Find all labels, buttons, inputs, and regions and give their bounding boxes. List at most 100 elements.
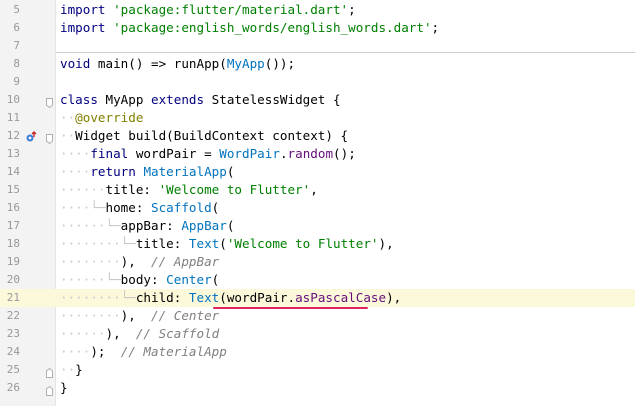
token: Text	[188, 290, 220, 305]
line-number: 26	[6, 381, 20, 394]
line-number: 9	[13, 75, 20, 88]
token: ),	[120, 254, 152, 269]
token: ··	[60, 128, 76, 143]
token: void	[60, 56, 91, 71]
token: );	[90, 344, 121, 359]
token: ····└─	[60, 200, 106, 215]
code-line[interactable]: 12 ··Widget build(BuildContext context) {	[0, 127, 635, 145]
token: // Scaffold	[135, 326, 220, 341]
line-number: 14	[6, 165, 20, 178]
code-line[interactable]: 19 ········), // AppBar	[0, 253, 635, 271]
token: class	[60, 92, 98, 107]
code-text: ········), // Center	[60, 307, 219, 325]
token: return	[90, 164, 136, 179]
code-line[interactable]: 20 ······└─body: Center(	[0, 271, 635, 289]
line-number: 24	[6, 345, 20, 358]
line-number: 10	[6, 93, 20, 106]
code-text: ········└─child: Text(wordPair.asPascalC…	[60, 289, 401, 307]
code-text: ··}	[60, 361, 83, 379]
fold-marker-icon[interactable]	[46, 383, 53, 396]
code-line[interactable]: 11 ··@override	[0, 109, 635, 127]
token: appBar:	[120, 218, 182, 233]
token: home:	[105, 200, 151, 215]
code-line[interactable]: 22 ········), // Center	[0, 307, 635, 325]
token: Center	[166, 272, 212, 287]
code-line[interactable]: 18 ········└─title: Text('Welcome to Flut…	[0, 235, 635, 253]
code-editor[interactable]: 5 import 'package:flutter/material.dart';…	[0, 0, 635, 406]
token: ····	[60, 146, 91, 161]
token: ········	[60, 308, 121, 323]
code-text: import 'package:flutter/material.dart';	[60, 1, 356, 19]
code-line[interactable]: 13 ····final wordPair = WordPair.random()…	[0, 145, 635, 163]
token: final	[90, 146, 129, 161]
token: MyApp	[97, 92, 151, 107]
code-line[interactable]: 24 ····); // MaterialApp	[0, 343, 635, 361]
token: ········└─	[60, 290, 136, 305]
token: wordPair =	[128, 146, 220, 161]
token: ());	[264, 56, 296, 71]
code-line[interactable]: 7	[0, 37, 635, 55]
token: title:	[105, 182, 159, 197]
token: (	[226, 164, 235, 179]
token: Widget build(BuildContext context) {	[75, 128, 349, 143]
code-line[interactable]: 14 ····return MaterialApp(	[0, 163, 635, 181]
highlight-underline	[213, 307, 368, 309]
code-text: ········), // AppBar	[60, 253, 219, 271]
token: (	[211, 272, 220, 287]
token: // AppBar	[151, 254, 220, 269]
line-number: 15	[6, 183, 20, 196]
token: ··	[60, 110, 76, 125]
token: body:	[120, 272, 167, 287]
line-number: 21	[6, 291, 20, 304]
code-line[interactable]: 9	[0, 73, 635, 91]
code-text: ······title: 'Welcome to Flutter',	[60, 181, 318, 199]
token: child:	[135, 290, 189, 305]
code-text: }	[60, 379, 68, 397]
token: ),	[120, 308, 152, 323]
token: ······└─	[60, 218, 121, 233]
code-line[interactable]: 25 ··}	[0, 361, 635, 379]
code-line[interactable]: 17 ······└─appBar: AppBar(	[0, 217, 635, 235]
token: ),	[386, 290, 402, 305]
token: ··	[60, 362, 76, 377]
code-text: ······└─appBar: AppBar(	[60, 217, 234, 235]
token: ();	[333, 146, 356, 161]
token: .	[279, 146, 288, 161]
code-line[interactable]: 10 class MyApp extends StatelessWidget {	[0, 91, 635, 109]
token: MaterialApp	[143, 164, 227, 179]
code-line[interactable]: 8 void main() => runApp(MyApp());	[0, 55, 635, 73]
code-text: ····final wordPair = WordPair.random();	[60, 145, 356, 163]
override-marker-icon[interactable]	[25, 130, 37, 142]
token: asPascalCase	[295, 290, 387, 305]
token: ····	[60, 164, 91, 179]
code-line[interactable]: 15 ······title: 'Welcome to Flutter',	[0, 181, 635, 199]
token: @override	[75, 110, 144, 125]
line-number: 5	[13, 3, 20, 16]
token: Text	[188, 236, 220, 251]
line-number: 11	[6, 111, 20, 124]
token: StatelessWidget {	[204, 92, 341, 107]
token: extends	[151, 92, 205, 107]
fold-marker-icon[interactable]	[46, 131, 53, 145]
code-text: class MyApp extends StatelessWidget {	[60, 91, 341, 109]
code-line[interactable]: 5 import 'package:flutter/material.dart';	[0, 1, 635, 19]
token: main() => runApp(	[90, 56, 227, 71]
code-line[interactable]: 23 ······), // Scaffold	[0, 325, 635, 343]
fold-marker-icon[interactable]	[46, 95, 53, 109]
line-number: 13	[6, 147, 20, 160]
code-text: ······└─body: Center(	[60, 271, 219, 289]
code-line[interactable]: 21 ········└─child: Text(wordPair.asPasca…	[0, 289, 635, 307]
token: ),	[378, 236, 394, 251]
code-line[interactable]: 16 ····└─home: Scaffold(	[0, 199, 635, 217]
token: ········	[60, 254, 121, 269]
code-line[interactable]: 6 import 'package:english_words/english_w…	[0, 19, 635, 37]
token: }	[60, 380, 68, 395]
fold-marker-icon[interactable]	[46, 365, 53, 378]
token: 'Welcome to Flutter'	[158, 182, 311, 197]
line-number: 8	[13, 57, 20, 70]
code-text: ····return MaterialApp(	[60, 163, 234, 181]
line-number: 25	[6, 363, 20, 376]
code-line[interactable]: 26}	[0, 379, 635, 397]
code-text: import 'package:english_words/english_wo…	[60, 19, 439, 37]
